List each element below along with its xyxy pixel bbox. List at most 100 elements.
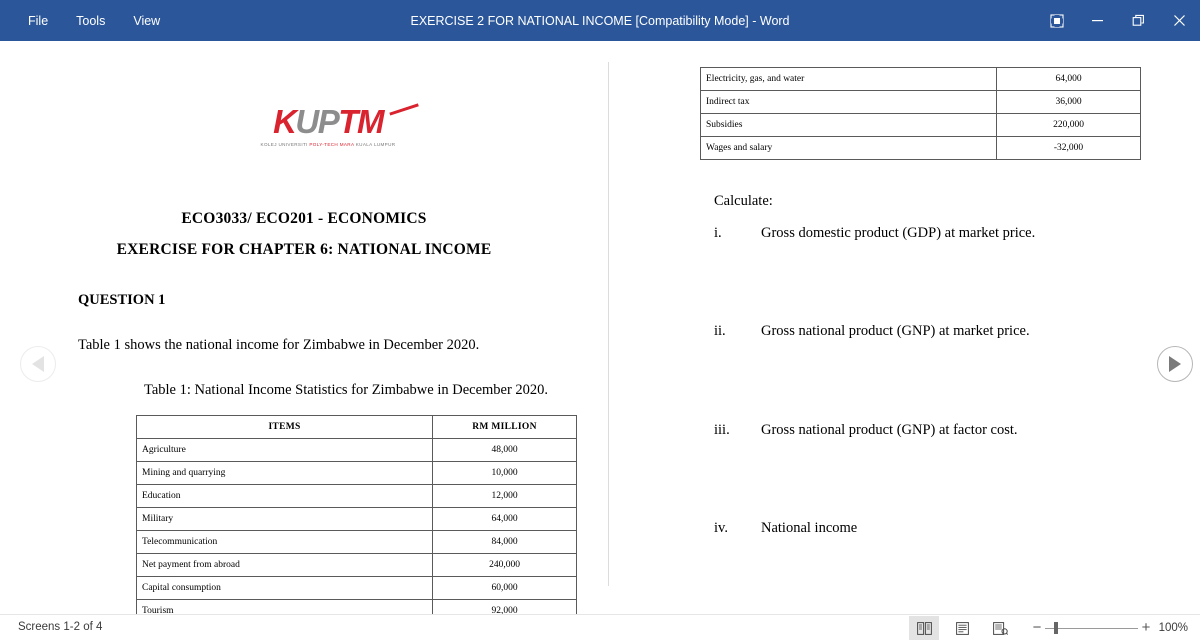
table-row: Electricity, gas, and water 64,000 [700, 67, 1141, 91]
logo-letter-t: T [338, 103, 358, 140]
table-caption: Table 1: National Income Statistics for … [144, 382, 549, 398]
calculate-numeral-i: i. [714, 225, 722, 241]
logo-swoosh-icon [389, 103, 419, 116]
table-row: Military 64,000 [136, 507, 577, 531]
table-cell-value: 12,000 [432, 484, 577, 508]
table-row: Mining and quarrying 10,000 [136, 461, 577, 485]
view-mode-two-page[interactable] [909, 616, 939, 640]
tagline-part-2: POLY-TECH MARA [309, 142, 355, 147]
zoom-slider[interactable] [1045, 615, 1138, 640]
calculate-numeral-iv: iv. [714, 520, 728, 536]
minimize-icon [1092, 20, 1103, 22]
zoom-in-button[interactable]: + [1138, 620, 1154, 635]
title-bar: File Tools View EXERCISE 2 FOR NATIONAL … [0, 0, 1200, 41]
view-mode-column[interactable] [985, 616, 1015, 640]
table-row: Subsidies 220,000 [700, 113, 1141, 137]
menu-bar: File Tools View [14, 9, 174, 33]
next-screen-button[interactable] [1157, 346, 1193, 382]
national-income-table-page2: Electricity, gas, and water 64,000 Indir… [700, 67, 1141, 160]
table-cell-item: Capital consumption [136, 576, 433, 600]
table-cell-item: Indirect tax [700, 90, 997, 114]
table-cell-value: 92,000 [432, 599, 577, 614]
zoom-control: − + [1029, 615, 1154, 640]
table-row: Capital consumption 60,000 [136, 576, 577, 600]
restore-icon [1132, 14, 1144, 26]
kuptm-logo-tagline: KOLEJ UNIVERSITI POLY-TECH MARA KUALA LU… [243, 141, 413, 148]
menu-item-view[interactable]: View [119, 9, 174, 33]
table-row: Wages and salary -32,000 [700, 136, 1141, 160]
course-heading: ECO3033/ ECO201 - ECONOMICS [181, 210, 427, 227]
table-cell-value: 220,000 [996, 113, 1141, 137]
table-cell-item: Military [136, 507, 433, 531]
table-cell-value: 60,000 [432, 576, 577, 600]
document-title: EXERCISE 2 FOR NATIONAL INCOME [Compatib… [410, 13, 790, 28]
intro-paragraph: Table 1 shows the national income for Zi… [78, 337, 480, 353]
word-reading-view-window: File Tools View EXERCISE 2 FOR NATIONAL … [0, 0, 1200, 640]
table-cell-value: 48,000 [432, 438, 577, 462]
column-view-icon [992, 621, 1008, 635]
table-cell-value: 64,000 [996, 67, 1141, 91]
chevron-left-icon [32, 356, 44, 372]
calculate-item-i: Gross domestic product (GDP) at market p… [761, 225, 1036, 241]
document-canvas: KUPTM KOLEJ UNIVERSITI POLY-TECH MARA KU… [0, 41, 1200, 614]
two-page-view-icon [916, 621, 932, 635]
table-cell-item: Education [136, 484, 433, 508]
minimize-button[interactable] [1077, 0, 1118, 41]
table-cell-item: Mining and quarrying [136, 461, 433, 485]
table-header-items: ITEMS [136, 415, 433, 439]
calculate-numeral-iii: iii. [714, 422, 730, 438]
zoom-slider-handle[interactable] [1054, 622, 1058, 634]
table-cell-value: 10,000 [432, 461, 577, 485]
kuptm-logo-wordmark: KUPTM [243, 103, 419, 140]
calculate-item-ii: Gross national product (GNP) at market p… [761, 323, 1030, 339]
previous-screen-button[interactable] [20, 346, 56, 382]
table-row: Telecommunication 84,000 [136, 530, 577, 554]
single-page-view-icon [955, 621, 969, 635]
table-cell-item: Net payment from abroad [136, 553, 433, 577]
table-row: Education 12,000 [136, 484, 577, 508]
table-cell-item: Subsidies [700, 113, 997, 137]
national-income-table-page1: ITEMS RM MILLION Agriculture 48,000 Mini… [136, 415, 577, 614]
menu-item-file[interactable]: File [14, 9, 62, 33]
table-cell-value: -32,000 [996, 136, 1141, 160]
status-bar: Screens 1-2 of 4 − + 100% [0, 614, 1200, 640]
zoom-percentage[interactable]: 100% [1154, 622, 1200, 634]
table-cell-item: Tourism [136, 599, 433, 614]
chevron-right-icon [1169, 356, 1181, 372]
kuptm-logo: KUPTM KOLEJ UNIVERSITI POLY-TECH MARA KU… [243, 103, 419, 148]
ribbon-display-options-icon [1049, 13, 1064, 28]
menu-item-tools[interactable]: Tools [62, 9, 119, 33]
tagline-part-1: KOLEJ UNIVERSITI [260, 142, 310, 147]
zoom-slider-track [1045, 627, 1138, 629]
close-button[interactable] [1159, 0, 1200, 41]
question-heading: QUESTION 1 [78, 292, 166, 308]
table-cell-value: 36,000 [996, 90, 1141, 114]
table-cell-item: Wages and salary [700, 136, 997, 160]
calculate-item-iii: Gross national product (GNP) at factor c… [761, 422, 1018, 438]
table-header-rm-million: RM MILLION [432, 415, 577, 439]
calculate-label: Calculate: [714, 193, 773, 209]
logo-letter-p: P [317, 103, 340, 140]
table-row: Net payment from abroad 240,000 [136, 553, 577, 577]
restore-button[interactable] [1118, 0, 1159, 41]
exercise-heading: EXERCISE FOR CHAPTER 6: NATIONAL INCOME [116, 241, 492, 258]
window-controls [1036, 0, 1200, 41]
screens-indicator[interactable]: Screens 1-2 of 4 [18, 621, 102, 633]
page-left: KUPTM KOLEJ UNIVERSITI POLY-TECH MARA KU… [0, 41, 608, 614]
table-cell-value: 240,000 [432, 553, 577, 577]
table-header-row: ITEMS RM MILLION [136, 415, 577, 439]
table-row: Agriculture 48,000 [136, 438, 577, 462]
zoom-out-button[interactable]: − [1029, 620, 1045, 635]
table-cell-item: Agriculture [136, 438, 433, 462]
logo-letter-u: U [295, 103, 319, 140]
table-row: Indirect tax 36,000 [700, 90, 1141, 114]
table-row: Tourism 92,000 [136, 599, 577, 614]
view-mode-single-page[interactable] [947, 616, 977, 640]
logo-letter-k: K [273, 103, 297, 140]
ribbon-display-options-button[interactable] [1036, 0, 1077, 41]
table-cell-item: Telecommunication [136, 530, 433, 554]
page-right: Electricity, gas, and water 64,000 Indir… [609, 41, 1200, 614]
calculate-numeral-ii: ii. [714, 323, 726, 339]
calculate-item-iv: National income [761, 520, 858, 536]
status-bar-right-controls: − + 100% [905, 615, 1200, 640]
